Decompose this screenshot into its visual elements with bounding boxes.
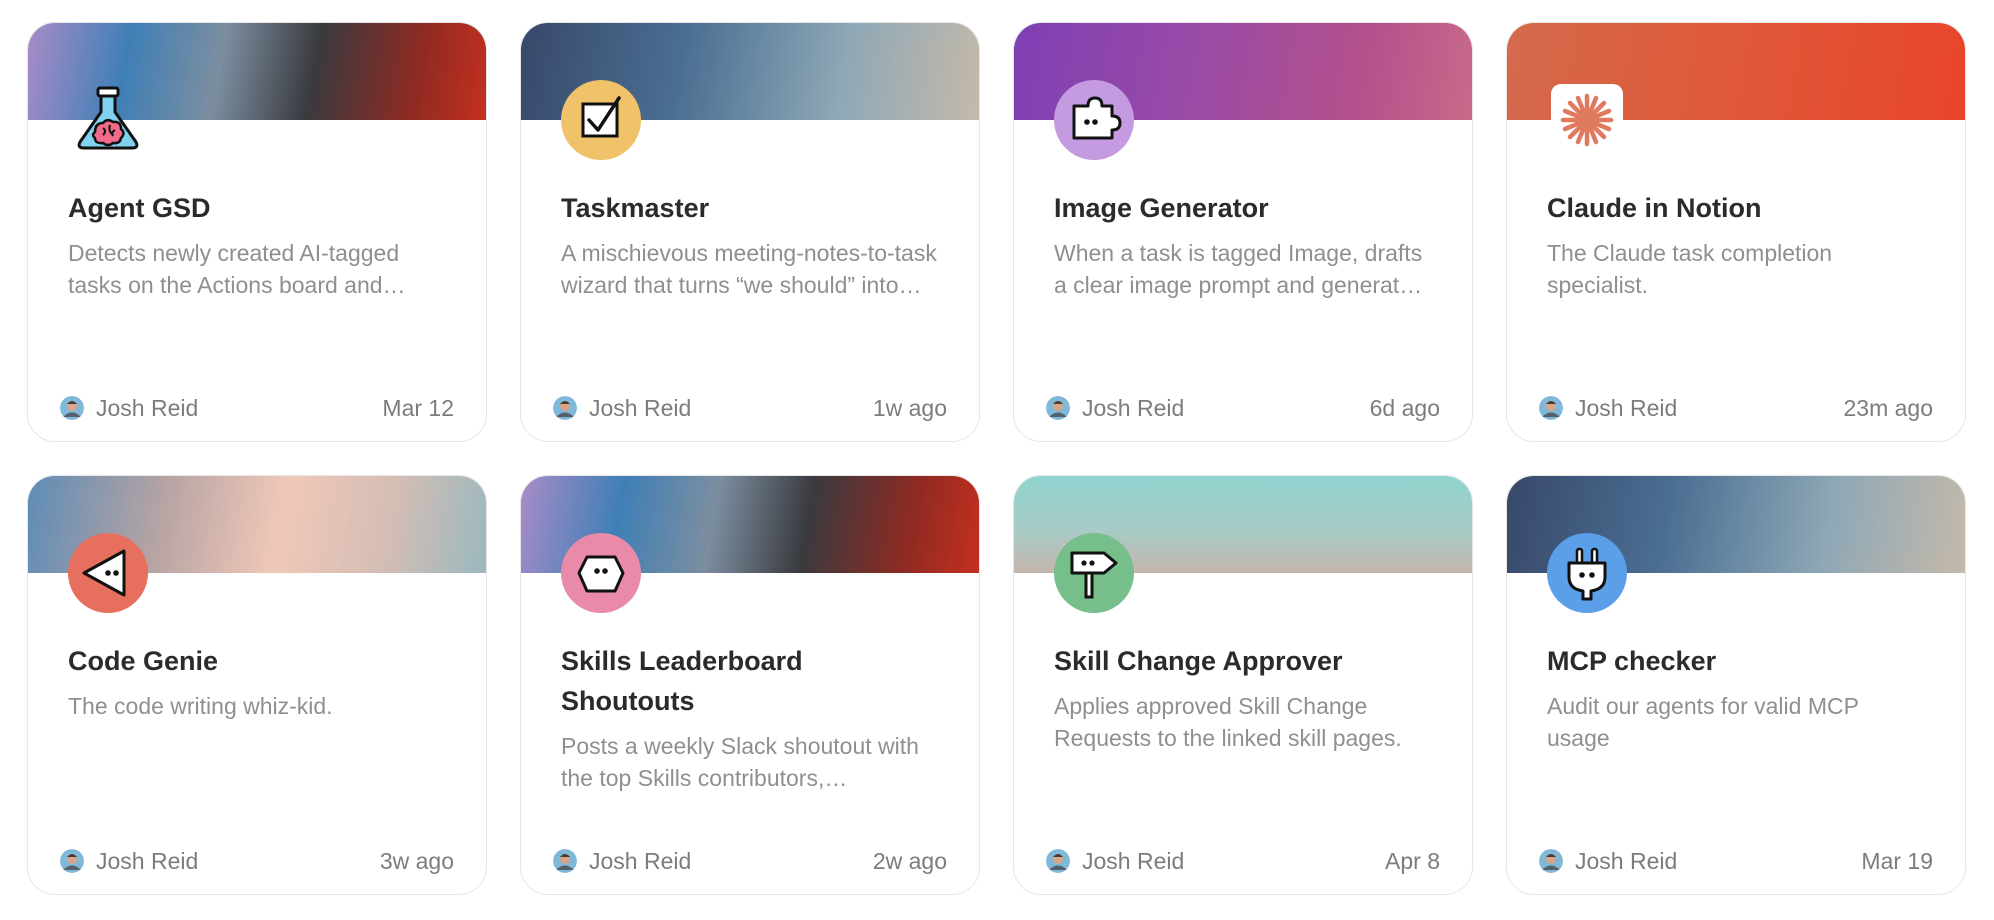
author: Josh Reid [553,395,691,422]
card-title: Taskmaster [561,193,710,223]
timestamp: Mar 12 [382,394,454,421]
card-footer: Josh Reid 2w ago [553,846,947,876]
author: Josh Reid [553,848,691,875]
timestamp: 6d ago [1369,394,1440,421]
author-name: Josh Reid [589,847,692,874]
timestamp: 1w ago [872,394,947,421]
claude-asterisk-icon [1551,84,1623,156]
author: Josh Reid [1046,395,1184,422]
author: Josh Reid [1539,848,1677,875]
hexagon-face-icon [561,533,641,613]
card-description: The code writing whiz-kid. [68,693,333,719]
card-title: Claude in Notion [1547,193,1762,223]
agent-card-agent-gsd[interactable]: Agent GSD Detects newly created AI-tagge… [27,22,487,442]
puzzle-icon [1054,80,1134,160]
card-description: Audit our agents for valid MCP usage [1547,693,1859,751]
author-name: Josh Reid [96,847,199,874]
timestamp: Apr 8 [1385,847,1440,874]
card-description: The Claude task completion specialist. [1547,240,1833,298]
card-footer: Josh Reid 1w ago [553,393,947,423]
timestamp: 3w ago [379,847,454,874]
card-footer: Josh Reid Apr 8 [1046,846,1440,876]
agent-card-skill-change-approver[interactable]: Skill Change Approver Applies approved S… [1013,475,1473,895]
card-title: Code Genie [68,646,219,676]
card-footer: Josh Reid Mar 12 [60,393,454,423]
avatar [1539,396,1563,420]
avatar [553,849,577,873]
card-title: MCP checker [1547,646,1717,676]
card-description: Posts a weekly Slack shoutout with the t… [561,733,919,791]
card-description: Detects newly created AI-tagged tasks on… [68,240,400,298]
avatar [60,396,84,420]
card-footer: Josh Reid 23m ago [1539,393,1933,423]
avatar [1046,849,1070,873]
card-description: When a task is tagged Image, drafts a cl… [1054,240,1424,298]
card-title: Skills Leaderboard Shoutouts [561,646,803,716]
author: Josh Reid [1539,395,1677,422]
author: Josh Reid [60,395,198,422]
card-title: Image Generator [1054,193,1269,223]
card-description: A mischievous meeting-notes-to-task wiza… [561,240,937,298]
author-name: Josh Reid [1082,394,1185,421]
avatar [1539,849,1563,873]
agent-card-skills-leaderboard-shoutouts[interactable]: Skills Leaderboard Shoutouts Posts a wee… [520,475,980,895]
agent-card-code-genie[interactable]: Code Genie The code writing whiz-kid. Jo… [27,475,487,895]
plug-icon [1547,533,1627,613]
agent-card-taskmaster[interactable]: Taskmaster A mischievous meeting-notes-t… [520,22,980,442]
author-name: Josh Reid [1082,847,1185,874]
timestamp: Mar 19 [1861,847,1933,874]
agent-card-claude-in-notion[interactable]: Claude in Notion The Claude task complet… [1506,22,1966,442]
agents-grid: Agent GSD Detects newly created AI-tagge… [27,22,1966,895]
checkbox-icon [561,80,641,160]
card-footer: Josh Reid 3w ago [60,846,454,876]
author: Josh Reid [60,848,198,875]
author-name: Josh Reid [96,394,199,421]
card-footer: Josh Reid 6d ago [1046,393,1440,423]
triangle-face-icon [68,533,148,613]
flask-brain-icon [68,80,148,160]
avatar [553,396,577,420]
avatar [1046,396,1070,420]
agent-card-mcp-checker[interactable]: MCP checker Audit our agents for valid M… [1506,475,1966,895]
agent-card-image-generator[interactable]: Image Generator When a task is tagged Im… [1013,22,1473,442]
author-name: Josh Reid [589,394,692,421]
timestamp: 2w ago [872,847,947,874]
author-name: Josh Reid [1575,847,1678,874]
author: Josh Reid [1046,848,1184,875]
author-name: Josh Reid [1575,394,1678,421]
card-footer: Josh Reid Mar 19 [1539,846,1933,876]
card-title: Skill Change Approver [1054,646,1343,676]
timestamp: 23m ago [1843,394,1933,421]
avatar [60,849,84,873]
card-title: Agent GSD [68,193,211,223]
card-description: Applies approved Skill Change Requests t… [1054,693,1402,751]
signpost-icon [1054,533,1134,613]
